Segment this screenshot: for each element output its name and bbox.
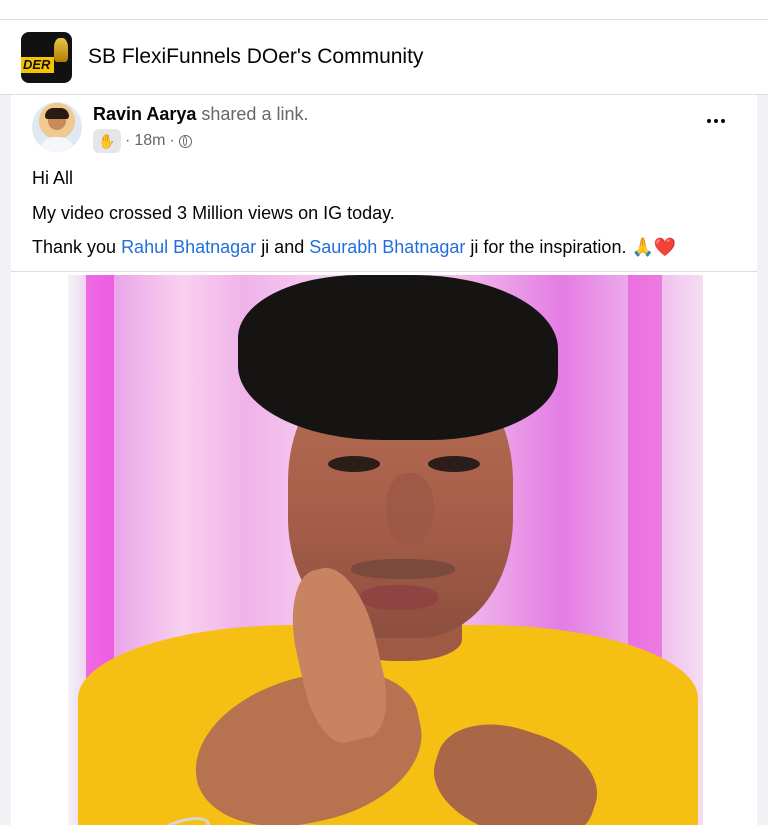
top-bar: [0, 0, 768, 20]
mustache: [351, 559, 455, 579]
logo-figure: [54, 38, 68, 62]
thanks-prefix: Thank you: [32, 237, 122, 257]
post-time[interactable]: 18m: [134, 132, 165, 150]
meta-separator: ·: [125, 132, 131, 149]
post-line-views: My video crossed 3 Million views on IG t…: [32, 203, 395, 223]
dot-1: [707, 119, 711, 123]
globe-icon[interactable]: [178, 134, 192, 148]
dot-2: [714, 119, 718, 123]
dot-3: [721, 119, 725, 123]
nose: [386, 473, 434, 545]
post-card: Ravin Aarya shared a link. ✋ · 18m · Hi …: [11, 95, 757, 825]
clap-icon[interactable]: ✋: [93, 129, 121, 153]
left-eye: [328, 456, 380, 472]
more-options-icon[interactable]: [701, 111, 731, 131]
logo-text: DER: [21, 57, 55, 73]
meta-separator-2: ·: [169, 132, 175, 149]
avatar-shirt: [40, 137, 74, 152]
thanks-mid: ji and: [261, 237, 310, 257]
emoji-icons: 🙏❤️: [631, 237, 677, 258]
mention-saurabh[interactable]: Saurabh Bhatnagar: [309, 237, 465, 257]
group-title[interactable]: SB FlexiFunnels DOer's Community: [88, 45, 423, 69]
author-name[interactable]: Ravin Aarya: [93, 104, 196, 124]
post-line-greeting: Hi All: [32, 168, 74, 188]
group-logo[interactable]: DER: [21, 32, 72, 83]
mention-rahul[interactable]: Rahul Bhatnagar: [121, 237, 256, 257]
author-line: Ravin Aarya shared a link.: [93, 104, 308, 125]
content-divider: [11, 271, 757, 272]
thanks-suffix: ji for the inspiration.: [470, 237, 632, 257]
avatar-hair: [45, 108, 69, 119]
person-hair: [238, 275, 558, 440]
group-header: DER SB FlexiFunnels DOer's Community: [0, 20, 768, 95]
author-action: shared a link.: [201, 104, 309, 124]
post-photo[interactable]: [68, 275, 703, 825]
right-eye: [428, 456, 480, 472]
lips: [360, 585, 438, 610]
post-meta: ✋ · 18m ·: [93, 129, 192, 153]
post-line-thanks: Thank you Rahul Bhatnagar ji and Saurabh…: [32, 235, 676, 260]
author-avatar[interactable]: [32, 102, 82, 152]
